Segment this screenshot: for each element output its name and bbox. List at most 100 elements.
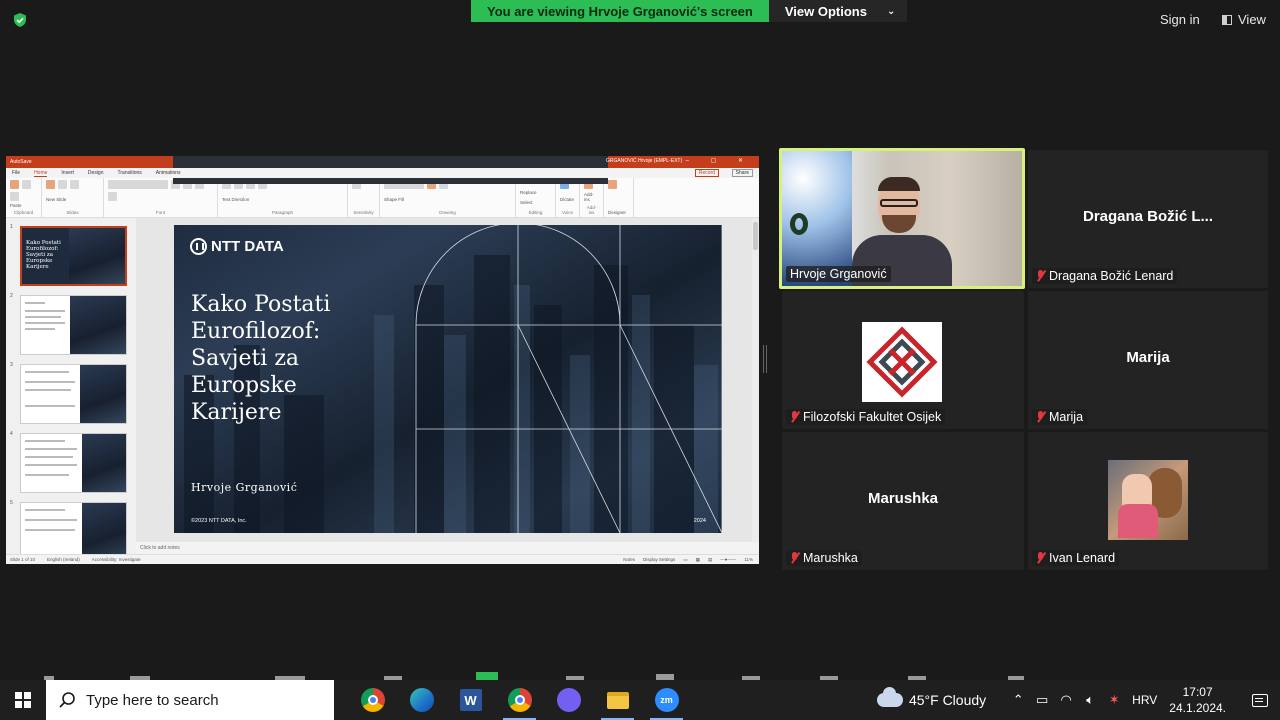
tab-transitions[interactable]: Transitions: [118, 170, 142, 176]
shared-screen[interactable]: AutoSave GRGANOVIĆ Hrvoje (EMPL-EXT) – ▢…: [6, 156, 759, 564]
notes-button[interactable]: Notes: [623, 557, 635, 563]
zoom-level[interactable]: 11%: [744, 557, 753, 563]
participant-tile-hrvoje[interactable]: Hrvoje Grganović: [779, 148, 1025, 289]
font-name-box[interactable]: [108, 180, 168, 189]
view-button[interactable]: View: [1216, 8, 1272, 31]
thumb-image: [69, 228, 125, 284]
start-button[interactable]: [0, 680, 46, 720]
edge-icon[interactable]: [397, 680, 446, 720]
copy-icon[interactable]: [10, 192, 19, 201]
system-tray: 45°F Cloudy ⌃ ▭ ◠ 🔈︎ ✶ HRV 17:07 24.1.20…: [876, 680, 1280, 720]
weather-widget[interactable]: 45°F Cloudy: [876, 687, 986, 708]
chrome-icon[interactable]: [348, 680, 397, 720]
encryption-shield-icon[interactable]: [12, 12, 28, 28]
layout-icon[interactable]: [70, 180, 79, 189]
slide-thumbnail-5[interactable]: [20, 502, 127, 554]
participant-name: Marija: [1049, 410, 1084, 424]
participant-tile-marija[interactable]: Marija Marija: [1028, 291, 1268, 429]
notification-center-button[interactable]: [1240, 680, 1280, 720]
zoom-icon[interactable]: zm: [642, 680, 691, 720]
normal-view-icon[interactable]: ▭: [683, 557, 687, 563]
participant-name: Dragana Božić Lenard: [1049, 269, 1174, 283]
participant-tile-filozofski[interactable]: Filozofski Fakultet Osijek: [782, 291, 1024, 429]
speaker-icon[interactable]: 🔈︎: [1078, 692, 1102, 708]
underline-icon[interactable]: [108, 192, 117, 201]
ribbon-label-sensitivity: Sensitivity: [353, 210, 374, 215]
accessibility-status[interactable]: Accessibility: Investigate: [92, 557, 141, 562]
notes-pane[interactable]: Click to add notes: [136, 542, 759, 554]
slide-scrollbar[interactable]: [752, 218, 759, 542]
thumb-image: [82, 503, 126, 554]
wifi-icon[interactable]: ◠: [1054, 692, 1078, 708]
taskbar-clock[interactable]: 17:07 24.1.2024.: [1169, 684, 1226, 716]
input-language[interactable]: HRV: [1132, 693, 1157, 707]
cut-icon[interactable]: [22, 180, 31, 189]
ribbon-label-clipboard: Clipboard: [13, 210, 34, 215]
autosave-toggle[interactable]: AutoSave: [6, 159, 32, 165]
select-label[interactable]: Select: [520, 200, 551, 205]
view-layout-icon: [1222, 14, 1232, 25]
replace-label[interactable]: Replace: [520, 190, 551, 195]
participant-name-label: Dragana Božić Lenard: [1032, 268, 1178, 284]
taskbar-search[interactable]: Type here to search: [46, 680, 334, 720]
slide-count: Slide 1 of 10: [10, 557, 36, 562]
share-button[interactable]: Share: [731, 169, 753, 177]
ribbon-label-drawing: Drawing: [439, 210, 456, 215]
windows-taskbar: Type here to search W zm 45°F Cloudy ⌃ ▭…: [0, 680, 1280, 720]
logo-text: NTT DATA: [211, 238, 284, 255]
new-slide-label[interactable]: New Slide: [46, 197, 99, 202]
chevron-up-icon[interactable]: ⌃: [1006, 692, 1030, 708]
shape-fill-label[interactable]: Shape Fill: [384, 197, 511, 202]
zoom-slider[interactable]: —●——: [720, 557, 736, 563]
add-ins-label[interactable]: Add-ins: [584, 192, 599, 202]
designer-icon[interactable]: [608, 180, 617, 189]
ppt-ribbon: Paste Clipboard New Slide Slides Font Te…: [6, 178, 759, 218]
battery-icon[interactable]: ▭: [1030, 692, 1054, 708]
paste-icon[interactable]: [10, 180, 19, 189]
viber-icon[interactable]: [544, 680, 593, 720]
cloudy-icon: [876, 687, 903, 707]
muted-mic-icon: [790, 411, 799, 423]
chrome-profile-icon[interactable]: [495, 680, 544, 720]
tab-insert[interactable]: Insert: [61, 170, 74, 176]
participant-tile-ivan[interactable]: Ivan Lenard: [1028, 432, 1268, 570]
slide-title[interactable]: Kako Postati Eurofilozof: Savjeti za Eur…: [191, 291, 401, 426]
tab-design[interactable]: Design: [88, 170, 104, 176]
file-explorer-icon[interactable]: [593, 680, 642, 720]
slide-thumbnail-1[interactable]: Kako Postati Eurofilozof: Savjeti za Europs…: [20, 226, 127, 286]
panel-resize-handle[interactable]: [763, 345, 767, 373]
dropbox-icon[interactable]: ✶: [1102, 692, 1126, 708]
tab-file[interactable]: File: [12, 170, 20, 176]
ribbon-label-font: Font: [155, 210, 165, 215]
ribbon-label-addins: Add-ins: [586, 205, 597, 215]
record-button[interactable]: Record: [694, 169, 719, 177]
new-slide-icon[interactable]: [46, 180, 55, 189]
slide-thumbnail-4[interactable]: [20, 433, 127, 493]
text-direction-label[interactable]: Text Direction: [222, 197, 343, 202]
tab-home[interactable]: Home: [34, 170, 48, 177]
slide-author[interactable]: Hrvoje Grganović: [191, 481, 297, 494]
participant-tile-marushka[interactable]: Marushka Marushka: [782, 432, 1024, 570]
ntt-data-logo: NTT DATA: [190, 238, 284, 255]
slide-copyright: ©2023 NTT DATA, Inc.: [191, 518, 247, 524]
sign-in-button[interactable]: Sign in: [1152, 8, 1208, 31]
reuse-slides-icon[interactable]: [58, 180, 67, 189]
window-controls[interactable]: – ▢ ✕: [686, 157, 753, 164]
ribbon-label-editing: Editing: [528, 210, 543, 215]
slide-editor[interactable]: NTT DATA Kako Postati Eurofilozof: Savje…: [136, 218, 759, 554]
word-icon[interactable]: W: [446, 680, 495, 720]
slide-thumbnail-2[interactable]: [20, 295, 127, 355]
slide-thumbnail-3[interactable]: [20, 364, 127, 424]
muted-mic-icon: [1036, 552, 1045, 564]
view-options-button[interactable]: View Options ⌄: [768, 0, 908, 22]
reading-view-icon[interactable]: ▤: [708, 557, 712, 563]
sorter-view-icon[interactable]: ▦: [696, 557, 700, 563]
display-settings-button[interactable]: Display Settings: [643, 557, 675, 563]
language-status[interactable]: English (Ireland): [47, 557, 80, 562]
designer-label[interactable]: Designer: [608, 210, 629, 215]
thumb-title: Kako Postati Eurofilozof: Savjeti za Europs…: [26, 240, 61, 271]
participant-tile-dragana[interactable]: Dragana Božić L... Dragana Božić Lenard: [1028, 150, 1268, 288]
dictate-label[interactable]: Dictate: [560, 197, 575, 202]
current-slide[interactable]: NTT DATA Kako Postati Eurofilozof: Savje…: [174, 225, 722, 533]
tab-animations[interactable]: Animations: [156, 170, 181, 176]
